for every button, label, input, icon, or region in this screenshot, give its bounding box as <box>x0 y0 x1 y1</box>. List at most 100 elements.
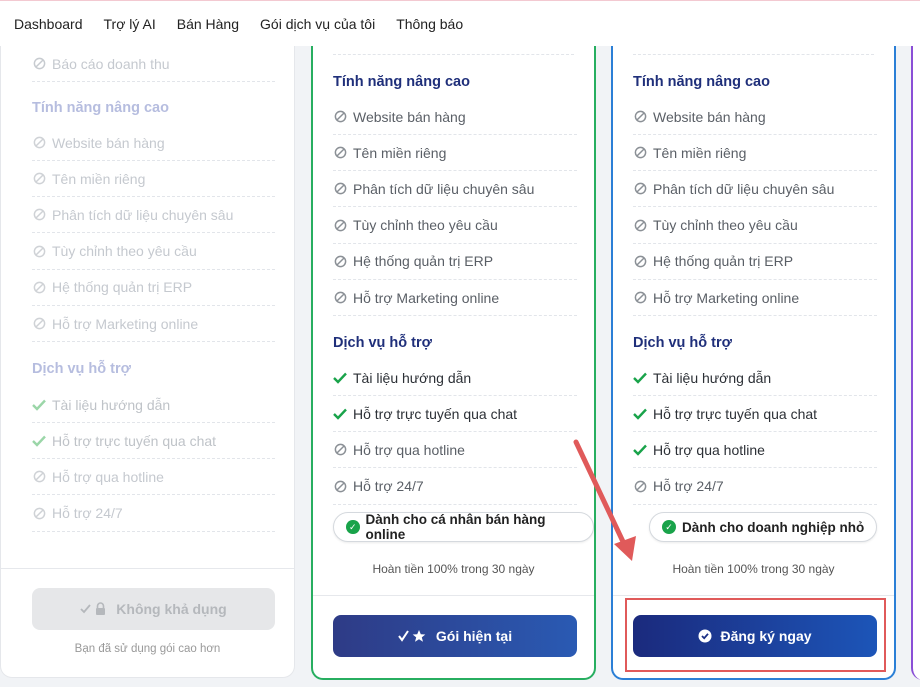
disabled-icon <box>333 254 347 268</box>
disabled-icon <box>633 146 647 160</box>
disabled-icon <box>32 317 46 331</box>
disabled-icon <box>32 172 46 186</box>
feature-item: Tùy chỉnh theo yêu cầu <box>333 208 577 244</box>
feature-label: Hỗ trợ trực tuyến qua chat <box>353 405 518 422</box>
feature-item: Hỗ trợ 24/7 <box>333 469 577 505</box>
plan-audience-badge: ✓ Dành cho doanh nghiệp nhỏ <box>649 512 878 542</box>
section-title-support: Dịch vụ hỗ trợ <box>333 335 432 351</box>
feature-label: Tùy chỉnh theo yêu cầu <box>653 217 798 234</box>
feature-item: Phân tích dữ liệu chuyên sâu <box>333 171 577 208</box>
disabled-icon <box>32 208 46 222</box>
disabled-icon <box>633 110 647 124</box>
unavailable-note: Bạn đã sử dụng gói cao hơn <box>74 643 221 655</box>
disabled-icon <box>333 182 347 196</box>
check-lock-icon <box>80 602 108 616</box>
check-icon <box>32 434 46 448</box>
feature-label: Hỗ trợ qua hotline <box>52 468 164 485</box>
feature-item: Tài liệu hướng dẫn <box>32 387 275 423</box>
check-icon <box>333 407 347 421</box>
section-title-support: Dịch vụ hỗ trợ <box>633 335 732 351</box>
plan-card-basic: Báo cáo doanh thu Tính năng nâng cao Web… <box>0 46 295 678</box>
feature-item: Phân tích dữ liệu chuyên sâu <box>32 197 275 234</box>
feature-label: Tên miền riêng <box>52 170 146 187</box>
feature-item: Phân tích dữ liệu chuyên sâu <box>633 171 877 208</box>
refund-text: Hoàn tiền 100% trong 30 ngày <box>672 562 835 576</box>
nav-dashboard[interactable]: Dashboard <box>14 16 83 32</box>
nav-my-plans[interactable]: Gói dịch vụ của tôi <box>260 16 375 32</box>
disabled-icon <box>333 291 347 305</box>
feature-label: Hỗ trợ 24/7 <box>353 478 424 495</box>
check-icon <box>633 407 647 421</box>
disabled-icon <box>333 146 347 160</box>
feature-label: Phân tích dữ liệu chuyên sâu <box>653 180 835 197</box>
feature-item: Hỗ trợ Marketing online <box>32 306 275 342</box>
card-separator <box>633 54 874 55</box>
disabled-icon <box>633 182 647 196</box>
disabled-icon <box>32 280 46 294</box>
disabled-icon <box>32 506 46 520</box>
feature-label: Tên miền riêng <box>353 144 447 161</box>
feature-item: Hỗ trợ qua hotline <box>32 459 275 496</box>
unavailable-button[interactable]: Không khả dụng <box>32 588 275 630</box>
plan-card-business: Tính năng nâng cao Website bán hàng Tên m… <box>611 46 896 680</box>
feature-item: Hỗ trợ Marketing online <box>633 280 877 316</box>
feature-label: Website bán hàng <box>52 134 165 151</box>
feature-item: Tùy chỉnh theo yêu cầu <box>32 234 275 270</box>
nav-ai-assistant[interactable]: Trợ lý AI <box>104 16 156 32</box>
feature-label: Hỗ trợ 24/7 <box>52 505 123 522</box>
disabled-icon <box>633 254 647 268</box>
feature-item: Hệ thống quản trị ERP <box>333 244 577 280</box>
annotation-arrow <box>573 439 636 561</box>
feature-item: Hỗ trợ qua hotline <box>333 432 577 469</box>
feature-label: Website bán hàng <box>353 108 466 125</box>
current-plan-button[interactable]: Gói hiện tại <box>333 615 577 657</box>
disabled-icon <box>633 218 647 232</box>
feature-item: Tùy chỉnh theo yêu cầu <box>633 208 877 244</box>
feature-label: Hỗ trợ qua hotline <box>353 441 465 458</box>
feature-label: Hỗ trợ qua hotline <box>653 441 765 458</box>
check-circle-icon: ✓ <box>346 520 360 534</box>
card-divider <box>1 568 294 569</box>
check-icon <box>333 371 347 385</box>
feature-item: Hỗ trợ trực tuyến qua chat <box>333 396 577 433</box>
check-circle-icon: ✓ <box>662 520 676 534</box>
feature-item: Hỗ trợ Marketing online <box>333 280 577 316</box>
nav-sales[interactable]: Bán Hàng <box>177 16 239 32</box>
feature-item: Hỗ trợ trực tuyến qua chat <box>633 396 877 433</box>
feature-label: Hỗ trợ 24/7 <box>653 478 724 495</box>
check-icon <box>32 398 46 412</box>
feature-item: Website bán hàng <box>32 125 275 161</box>
feature-item: Tên miền riêng <box>633 135 877 172</box>
feature-item: Tên miền riêng <box>333 135 577 172</box>
feature-item: Tên miền riêng <box>32 161 275 198</box>
feature-item: Hỗ trợ 24/7 <box>32 496 275 532</box>
plan-audience-badge: ✓ Dành cho cá nhân bán hàng online <box>333 512 594 542</box>
disabled-icon <box>633 291 647 305</box>
feature-label: Tài liệu hướng dẫn <box>653 369 772 386</box>
top-navigation: Dashboard Trợ lý AI Bán Hàng Gói dịch vụ… <box>0 0 920 46</box>
feature-label: Hỗ trợ trực tuyến qua chat <box>653 405 818 422</box>
feature-label: Tên miền riêng <box>653 144 747 161</box>
disabled-icon <box>32 244 46 258</box>
feature-item: Hệ thống quản trị ERP <box>32 270 275 306</box>
feature-label: Phân tích dữ liệu chuyên sâu <box>52 206 234 223</box>
feature-item: Báo cáo doanh thu <box>32 46 275 82</box>
disabled-icon <box>32 136 46 150</box>
disabled-icon <box>32 470 46 484</box>
nav-notifications[interactable]: Thông báo <box>396 16 463 32</box>
card-separator <box>333 54 574 55</box>
feature-label: Phân tích dữ liệu chuyên sâu <box>353 180 535 197</box>
disabled-icon <box>333 218 347 232</box>
feature-item: Tài liệu hướng dẫn <box>633 360 877 396</box>
disabled-icon <box>333 443 347 457</box>
disabled-icon <box>32 57 46 71</box>
feature-item: Website bán hàng <box>333 99 577 135</box>
disabled-icon <box>333 479 347 493</box>
disabled-icon <box>333 110 347 124</box>
feature-label: Tài liệu hướng dẫn <box>52 396 171 413</box>
section-title-support: Dịch vụ hỗ trợ <box>32 361 131 377</box>
card-divider <box>313 595 594 596</box>
section-title-advanced: Tính năng nâng cao <box>633 74 770 90</box>
feature-label: Website bán hàng <box>653 108 766 125</box>
refund-text: Hoàn tiền 100% trong 30 ngày <box>372 562 535 576</box>
